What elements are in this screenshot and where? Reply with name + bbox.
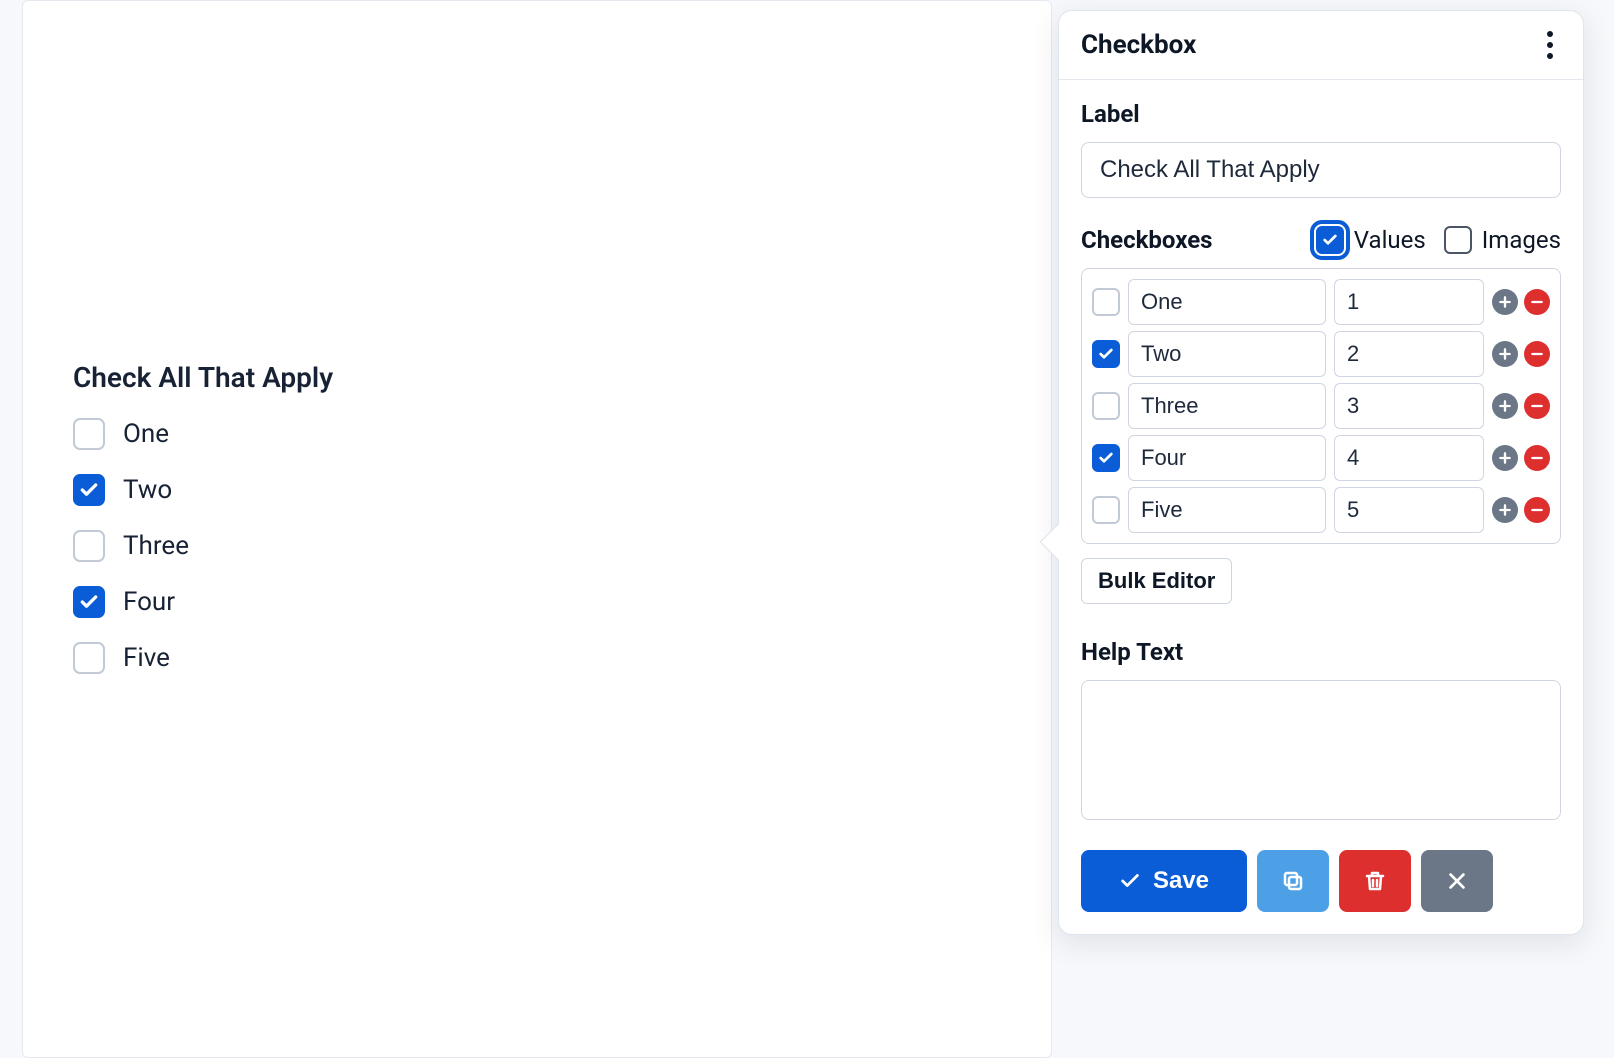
copy-icon: [1281, 869, 1305, 893]
option-value-input[interactable]: [1334, 487, 1484, 533]
preview-field-label: Check All That Apply: [73, 361, 673, 394]
add-option-button[interactable]: [1492, 289, 1518, 315]
option-value-input[interactable]: [1334, 331, 1484, 377]
option-editor-row: [1092, 435, 1550, 481]
option-editor-row: [1092, 487, 1550, 533]
duplicate-button[interactable]: [1257, 850, 1329, 912]
checkbox-config-panel: Checkbox Label Checkboxes Values Ima: [1058, 10, 1584, 935]
remove-option-button[interactable]: [1524, 289, 1550, 315]
help-text-section-heading: Help Text: [1081, 638, 1561, 666]
preview-option-checkbox[interactable]: [73, 642, 105, 674]
minus-icon: [1530, 399, 1544, 413]
plus-icon: [1498, 399, 1512, 413]
check-icon: [1098, 450, 1114, 466]
plus-icon: [1498, 451, 1512, 465]
option-value-input[interactable]: [1334, 383, 1484, 429]
panel-title: Checkbox: [1081, 30, 1196, 60]
save-button[interactable]: Save: [1081, 850, 1247, 912]
preview-option-checkbox[interactable]: [73, 418, 105, 450]
option-editor-row: [1092, 331, 1550, 377]
preview-option-row: Three: [73, 530, 673, 562]
option-default-checkbox[interactable]: [1092, 392, 1120, 420]
save-button-label: Save: [1153, 867, 1209, 895]
options-editor: [1081, 268, 1561, 544]
preview-option-label: Four: [123, 587, 175, 617]
add-option-button[interactable]: [1492, 341, 1518, 367]
plus-icon: [1498, 503, 1512, 517]
option-label-input[interactable]: [1128, 279, 1326, 325]
option-default-checkbox[interactable]: [1092, 340, 1120, 368]
preview-option-row: One: [73, 418, 673, 450]
close-button[interactable]: [1421, 850, 1493, 912]
remove-option-button[interactable]: [1524, 393, 1550, 419]
option-label-input[interactable]: [1128, 383, 1326, 429]
preview-option-row: Five: [73, 642, 673, 674]
trash-icon: [1363, 869, 1387, 893]
minus-icon: [1530, 347, 1544, 361]
check-icon: [79, 480, 99, 500]
help-text-input[interactable]: [1081, 680, 1561, 820]
panel-footer: Save: [1081, 850, 1561, 912]
check-icon: [79, 592, 99, 612]
option-default-checkbox[interactable]: [1092, 444, 1120, 472]
more-options-button[interactable]: [1539, 29, 1561, 61]
check-icon: [1098, 346, 1114, 362]
add-option-button[interactable]: [1492, 445, 1518, 471]
check-icon: [1322, 232, 1338, 248]
option-value-input[interactable]: [1334, 435, 1484, 481]
values-toggle-checkbox[interactable]: [1316, 226, 1344, 254]
option-value-input[interactable]: [1334, 279, 1484, 325]
images-toggle-label: Images: [1482, 226, 1561, 254]
preview-option-label: One: [123, 419, 169, 449]
preview-option-checkbox[interactable]: [73, 586, 105, 618]
check-icon: [1119, 870, 1141, 892]
values-toggle-label: Values: [1354, 226, 1426, 254]
close-icon: [1446, 870, 1468, 892]
preview-option-label: Three: [123, 531, 189, 561]
option-label-input[interactable]: [1128, 487, 1326, 533]
option-label-input[interactable]: [1128, 435, 1326, 481]
minus-icon: [1530, 295, 1544, 309]
option-label-input[interactable]: [1128, 331, 1326, 377]
images-toggle-checkbox[interactable]: [1444, 226, 1472, 254]
preview-option-checkbox[interactable]: [73, 530, 105, 562]
option-editor-row: [1092, 383, 1550, 429]
add-option-button[interactable]: [1492, 393, 1518, 419]
preview-option-label: Five: [123, 643, 170, 673]
form-preview-panel: Check All That Apply One Two Three: [22, 0, 1052, 1058]
option-default-checkbox[interactable]: [1092, 288, 1120, 316]
minus-icon: [1530, 503, 1544, 517]
bulk-editor-button[interactable]: Bulk Editor: [1081, 558, 1232, 604]
option-editor-row: [1092, 279, 1550, 325]
delete-button[interactable]: [1339, 850, 1411, 912]
label-section-heading: Label: [1081, 100, 1561, 128]
option-default-checkbox[interactable]: [1092, 496, 1120, 524]
minus-icon: [1530, 451, 1544, 465]
panel-header: Checkbox: [1059, 11, 1583, 80]
preview-option-label: Two: [123, 475, 172, 505]
checkboxes-section-heading: Checkboxes: [1081, 226, 1213, 254]
preview-option-checkbox[interactable]: [73, 474, 105, 506]
remove-option-button[interactable]: [1524, 497, 1550, 523]
remove-option-button[interactable]: [1524, 341, 1550, 367]
remove-option-button[interactable]: [1524, 445, 1550, 471]
preview-option-row: Two: [73, 474, 673, 506]
add-option-button[interactable]: [1492, 497, 1518, 523]
label-input[interactable]: [1081, 142, 1561, 198]
plus-icon: [1498, 347, 1512, 361]
preview-option-row: Four: [73, 586, 673, 618]
plus-icon: [1498, 295, 1512, 309]
